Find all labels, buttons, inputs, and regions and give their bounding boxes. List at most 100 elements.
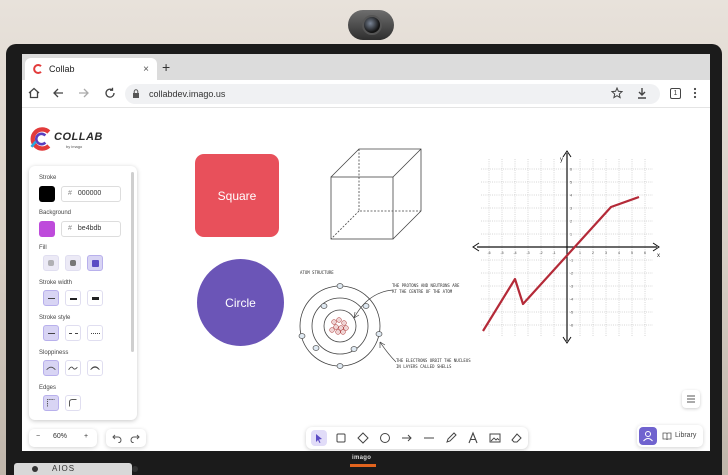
stroke-width-label: Stroke width <box>39 280 73 286</box>
more-menu-icon[interactable] <box>692 87 698 99</box>
zoom-out-button[interactable]: − <box>36 433 40 440</box>
forward-arrow-icon[interactable] <box>78 87 90 99</box>
sloppiness-cartoonist-option[interactable] <box>87 360 103 376</box>
x-tick-label: 4 <box>618 251 620 255</box>
browser-navbar: collabdev.imago.us 1 <box>22 80 710 108</box>
browser-tabbar: Collab × + <box>22 54 710 80</box>
x-tick-label: -5 <box>500 251 503 255</box>
y-tick-label: -4 <box>570 298 573 302</box>
diamond-tool-icon[interactable] <box>355 430 371 446</box>
monitor-stand: AIOS <box>14 463 138 475</box>
back-arrow-icon[interactable] <box>52 87 64 99</box>
rectangle-tool-icon[interactable] <box>333 430 349 446</box>
edges-round-option[interactable] <box>65 395 81 411</box>
edges-sharp-option[interactable] <box>43 395 59 411</box>
reload-icon[interactable] <box>104 87 116 99</box>
stroke-width-bold-option[interactable] <box>65 290 81 306</box>
fill-solid-option[interactable] <box>87 255 103 271</box>
collaborators-icon[interactable] <box>639 427 657 445</box>
drawing-toolbar <box>306 427 528 449</box>
atom-note-2-line-1: THE ELECTRONS ORBIT THE NUCLEUS <box>396 358 471 363</box>
graph-axes <box>477 153 657 341</box>
image-tool-icon[interactable] <box>487 430 503 446</box>
stroke-style-dotted-option[interactable] <box>87 325 103 341</box>
sloppiness-artist-option[interactable] <box>65 360 81 376</box>
sloppiness-label: Sloppiness <box>39 350 69 356</box>
eraser-tool-icon[interactable] <box>508 430 524 446</box>
collab-app: COLLAB by imago Stroke #000000 Backgroun… <box>22 109 710 451</box>
line-tool-icon[interactable] <box>421 430 437 446</box>
monitor-brand: imago <box>352 455 372 461</box>
arrow-tool-icon[interactable] <box>399 430 415 446</box>
x-tick-label: 6 <box>644 251 646 255</box>
y-tick-label: 6 <box>570 168 572 172</box>
zoom-level[interactable]: 60% <box>53 433 67 440</box>
redo-icon[interactable] <box>130 433 140 443</box>
stand-left-dot <box>32 466 38 472</box>
circle-label: Circle <box>225 295 256 310</box>
brand-accent-bar <box>350 464 376 467</box>
y-tick-label: 5 <box>570 181 572 185</box>
browser-tab[interactable]: Collab × <box>25 58 157 80</box>
y-tick-label: 1 <box>570 233 572 237</box>
undo-icon[interactable] <box>112 433 122 443</box>
logo-subtext: by imago <box>66 144 83 149</box>
coordinate-graph[interactable]: y x -6 -6 -5 -5 -4 -4 -3 -3 -2 -2 -1 -1 1 1 2 2 3 3 4 4 5 5 6 6 <box>471 149 663 345</box>
new-tab-button[interactable]: + <box>162 59 170 75</box>
stand-right-dot <box>132 466 138 472</box>
ellipse-tool-icon[interactable] <box>377 430 393 446</box>
background-hex-input[interactable]: # be4bdb <box>61 221 121 237</box>
y-tick-label: -5 <box>570 311 573 315</box>
stroke-style-dashed-option[interactable] <box>65 325 81 341</box>
tab-count-button[interactable]: 1 <box>670 88 681 99</box>
bookmark-star-icon[interactable] <box>611 87 623 99</box>
cube-drawing[interactable] <box>327 145 427 243</box>
selection-tool-icon[interactable] <box>311 430 327 446</box>
stroke-width-extra-bold-option[interactable] <box>87 290 103 306</box>
text-tool-icon[interactable] <box>465 430 481 446</box>
download-icon[interactable] <box>636 87 648 99</box>
square-label: Square <box>217 188 257 203</box>
library-bar: Library <box>637 425 703 447</box>
stand-label: AIOS <box>52 464 76 473</box>
home-icon[interactable] <box>28 87 40 99</box>
y-tick-label: -1 <box>570 259 573 263</box>
webcam <box>348 6 394 40</box>
y-tick-label: -2 <box>570 272 573 276</box>
logo-text: COLLAB <box>54 131 103 143</box>
history-controls <box>106 429 146 447</box>
fill-crosshatch-option[interactable] <box>65 255 81 271</box>
atom-note-1-line-2: AT THE CENTRE OF THE ATOM <box>392 289 453 294</box>
zoom-controls: − 60% + <box>29 429 97 447</box>
properties-panel: Stroke #000000 Background # be4bdb Fill S… <box>29 166 137 420</box>
atom-note-1-line-1: THE PROTONS AND NEUTRONS ARE <box>392 283 460 288</box>
library-button[interactable]: Library <box>675 432 696 439</box>
atom-title: ATOM STRUCTURE <box>300 270 334 275</box>
address-bar[interactable]: collabdev.imago.us <box>125 84 660 104</box>
background-color-swatch[interactable] <box>39 221 55 237</box>
fill-hachure-option[interactable] <box>43 255 59 271</box>
circle-shape[interactable]: Circle <box>197 259 284 346</box>
panel-scrollbar[interactable] <box>131 172 134 352</box>
sloppiness-architect-option[interactable] <box>43 360 59 376</box>
stroke-label: Stroke <box>39 175 57 181</box>
graph-x-label: x <box>657 253 660 259</box>
atom-diagram[interactable]: ATOM STRUCTURE THE PROTONS AND NEUTRONS … <box>298 270 482 380</box>
atom-annotation-arrows <box>353 289 397 363</box>
pencil-tool-icon[interactable] <box>443 430 459 446</box>
graph-y-label: y <box>560 157 563 163</box>
stroke-hex-value: 000000 <box>77 190 102 197</box>
help-menu-icon[interactable] <box>682 390 700 408</box>
stroke-hex-input[interactable]: #000000 <box>61 186 121 202</box>
stroke-width-thin-option[interactable] <box>43 290 59 306</box>
stroke-color-swatch[interactable] <box>39 186 55 202</box>
stroke-style-solid-option[interactable] <box>43 325 59 341</box>
square-shape[interactable]: Square <box>195 154 279 237</box>
tab-close-icon[interactable]: × <box>143 64 149 75</box>
library-book-icon[interactable] <box>662 431 672 441</box>
lock-icon <box>133 89 139 98</box>
screen: Collab × + collabdev.imago.us 1 COLLAB b… <box>22 54 710 451</box>
zoom-in-button[interactable]: + <box>84 433 88 440</box>
x-tick-label: 3 <box>605 251 607 255</box>
x-tick-label: -1 <box>552 251 555 255</box>
